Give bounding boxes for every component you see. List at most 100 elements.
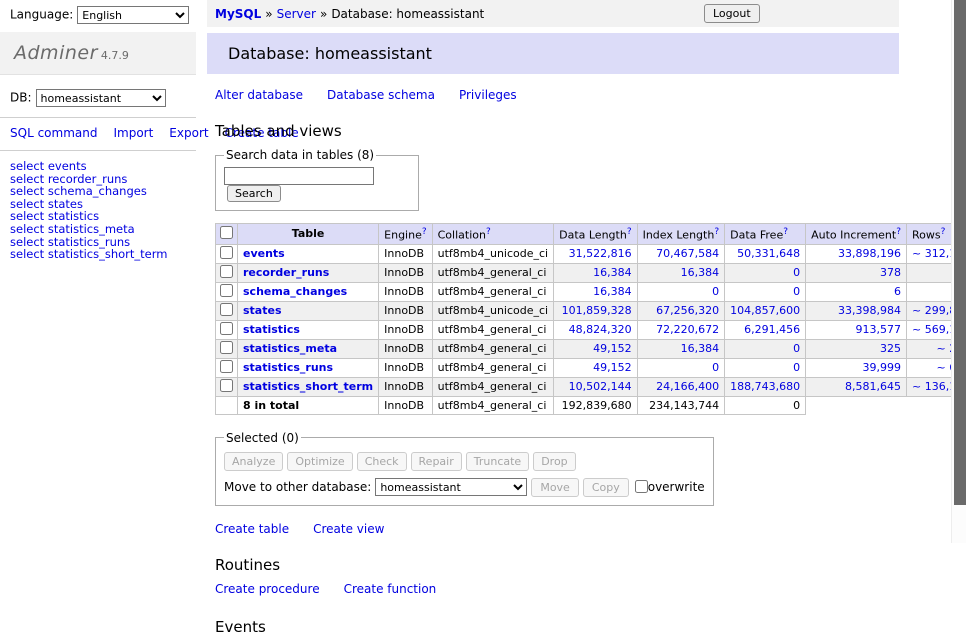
column-help-link[interactable]: ? (422, 227, 427, 237)
sidebar-link-export[interactable]: Export (169, 126, 208, 140)
index-length-link[interactable]: 16,384 (681, 342, 720, 355)
search-button[interactable]: Search (227, 185, 281, 202)
row-checkbox[interactable] (220, 379, 233, 392)
check-all-checkbox[interactable] (220, 226, 233, 239)
table-link-events[interactable]: events (243, 247, 285, 260)
data-free-link[interactable]: 188,743,680 (730, 380, 800, 393)
create-view-link[interactable]: Create view (313, 522, 384, 536)
data-length-link[interactable]: 10,502,144 (569, 380, 632, 393)
data-length-link[interactable]: 48,824,320 (569, 323, 632, 336)
scrollbar-thumb[interactable] (954, 0, 966, 505)
row-checkbox[interactable] (220, 303, 233, 316)
row-checkbox[interactable] (220, 265, 233, 278)
auto-increment-link[interactable]: 913,577 (856, 323, 902, 336)
alter-database-link[interactable]: Alter database (215, 88, 303, 102)
column-help-link[interactable]: ? (896, 227, 901, 237)
total-check-cell (216, 396, 238, 414)
auto-increment-link[interactable]: 378 (880, 266, 901, 279)
col-header-label: Rows (912, 229, 941, 242)
index-length-link[interactable]: 24,166,400 (656, 380, 719, 393)
table-link-recorder-runs[interactable]: recorder_runs (243, 266, 329, 279)
data-free-link[interactable]: 0 (793, 361, 800, 374)
data-free-cell: 0 (725, 358, 806, 377)
auto-increment-link[interactable]: 325 (880, 342, 901, 355)
engine-cell: InnoDB (379, 377, 432, 396)
breadcrumb-item-server[interactable]: Server (277, 7, 316, 21)
column-help-link[interactable]: ? (941, 227, 946, 237)
privileges-link[interactable]: Privileges (459, 88, 517, 102)
row-checkbox[interactable] (220, 246, 233, 259)
data-length-cell: 48,824,320 (554, 320, 637, 339)
repair-button[interactable]: Repair (411, 452, 462, 471)
move-button[interactable]: Move (531, 478, 579, 497)
sidebar-table-link-select-statistics-short-term[interactable]: select statistics_short_term (10, 248, 196, 261)
data-free-link[interactable]: 0 (793, 285, 800, 298)
data-length-link[interactable]: 49,152 (593, 342, 632, 355)
data-length-link[interactable]: 16,384 (593, 285, 632, 298)
auto-increment-link[interactable]: 39,999 (863, 361, 902, 374)
data-length-link[interactable]: 101,859,328 (562, 304, 632, 317)
table-link-statistics-runs[interactable]: statistics_runs (243, 361, 333, 374)
breadcrumb-item-mysql[interactable]: MySQL (215, 7, 261, 21)
row-checkbox[interactable] (220, 341, 233, 354)
row-checkbox[interactable] (220, 360, 233, 373)
data-length-link[interactable]: 31,522,816 (569, 247, 632, 260)
create-table-link[interactable]: Create table (215, 522, 289, 536)
index-length-link[interactable]: 0 (712, 285, 719, 298)
table-link-statistics-short-term[interactable]: statistics_short_term (243, 380, 373, 393)
create-function-link[interactable]: Create function (344, 582, 437, 596)
column-help-link[interactable]: ? (714, 227, 719, 237)
auto-increment-link[interactable]: 8,581,645 (845, 380, 901, 393)
data-free-link[interactable]: 0 (793, 342, 800, 355)
index-length-link[interactable]: 0 (712, 361, 719, 374)
total-index-length-cell: 234,143,744 (637, 396, 725, 414)
sidebar-link-sql-command[interactable]: SQL command (10, 126, 97, 140)
table-name-cell: statistics_meta (238, 339, 379, 358)
data-free-link[interactable]: 50,331,648 (737, 247, 800, 260)
copy-button[interactable]: Copy (583, 478, 629, 497)
vertical-scrollbar[interactable] (951, 0, 966, 543)
check-button[interactable]: Check (357, 452, 407, 471)
table-link-statistics-meta[interactable]: statistics_meta (243, 342, 337, 355)
index-length-link[interactable]: 70,467,584 (656, 247, 719, 260)
column-help-link[interactable]: ? (486, 227, 491, 237)
table-link-schema-changes[interactable]: schema_changes (243, 285, 347, 298)
data-length-link[interactable]: 16,384 (593, 266, 632, 279)
collation-cell: utf8mb4_general_ci (432, 358, 553, 377)
analyze-button[interactable]: Analyze (224, 452, 283, 471)
index-length-link[interactable]: 72,220,672 (656, 323, 719, 336)
language-select[interactable]: English (77, 6, 189, 24)
db-row: DB:homeassistant (0, 75, 196, 117)
sidebar-table-link-select-schema-changes[interactable]: select schema_changes (10, 185, 196, 198)
column-help-link[interactable]: ? (627, 227, 632, 237)
sidebar-table-link-select-events[interactable]: select events (10, 160, 196, 173)
sidebar-link-import[interactable]: Import (113, 126, 153, 140)
auto-increment-link[interactable]: 33,898,196 (838, 247, 901, 260)
logout-button[interactable]: Logout (704, 4, 760, 23)
index-length-link[interactable]: 67,256,320 (656, 304, 719, 317)
database-schema-link[interactable]: Database schema (327, 88, 435, 102)
table-row-statistics-short-term: statistics_short_termInnoDButf8mb4_gener… (216, 377, 966, 396)
column-help-link[interactable]: ? (783, 227, 788, 237)
total-engine-cell: InnoDB (379, 396, 432, 414)
move-db-select[interactable]: homeassistant (375, 478, 527, 496)
db-select[interactable]: homeassistant (36, 89, 166, 107)
data-length-link[interactable]: 49,152 (593, 361, 632, 374)
sidebar-table-link-select-statistics-meta[interactable]: select statistics_meta (10, 223, 196, 236)
create-procedure-link[interactable]: Create procedure (215, 582, 320, 596)
data-free-link[interactable]: 104,857,600 (730, 304, 800, 317)
auto-increment-link[interactable]: 6 (894, 285, 901, 298)
search-input[interactable] (224, 167, 374, 185)
index-length-link[interactable]: 16,384 (681, 266, 720, 279)
table-link-states[interactable]: states (243, 304, 282, 317)
row-checkbox[interactable] (220, 284, 233, 297)
drop-button[interactable]: Drop (533, 452, 575, 471)
row-checkbox[interactable] (220, 322, 233, 335)
overwrite-checkbox[interactable] (635, 480, 648, 493)
data-free-link[interactable]: 0 (793, 266, 800, 279)
optimize-button[interactable]: Optimize (287, 452, 352, 471)
auto-increment-link[interactable]: 33,398,984 (838, 304, 901, 317)
data-free-link[interactable]: 6,291,456 (744, 323, 800, 336)
truncate-button[interactable]: Truncate (466, 452, 529, 471)
table-link-statistics[interactable]: statistics (243, 323, 300, 336)
